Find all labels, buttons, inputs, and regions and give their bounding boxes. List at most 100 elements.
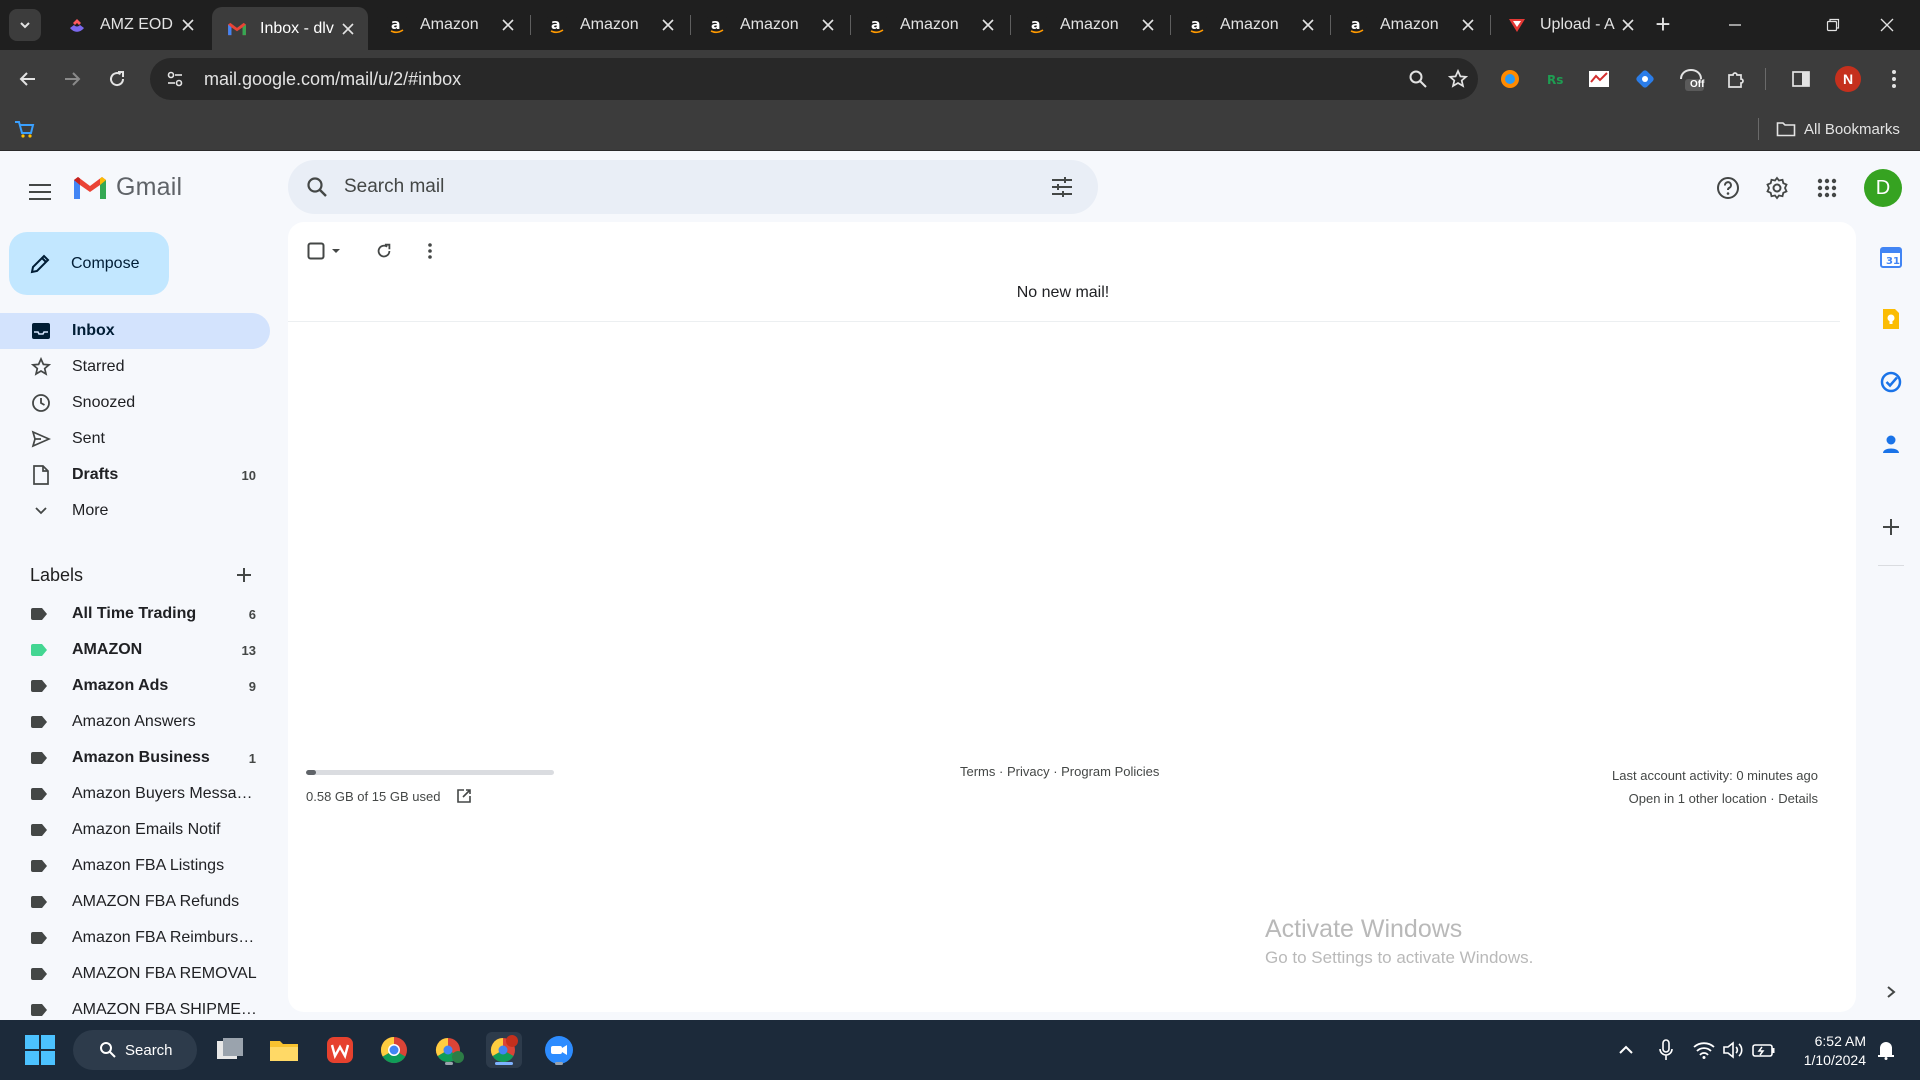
zoom-app-button[interactable] [541,1032,577,1068]
google-apps-button[interactable] [1807,168,1847,208]
browser-tab[interactable]: Inbox - dlv [212,7,368,50]
privacy-link[interactable]: Privacy [1007,764,1050,779]
extensions-button[interactable] [1722,65,1750,93]
sidebar-item-drafts[interactable]: Drafts 10 [0,457,270,493]
chrome-profile-button[interactable] [431,1032,467,1068]
browser-tab[interactable]: a Amazon [1012,7,1168,43]
browser-tab[interactable]: a Amazon [692,7,848,43]
tab-search-button[interactable] [9,9,41,41]
url-text[interactable]: mail.google.com/mail/u/2/#inbox [204,69,1398,90]
browser-tab[interactable]: a Amazon [1172,7,1328,43]
browser-tab[interactable]: a Amazon [1332,7,1488,43]
chrome-button[interactable] [376,1032,412,1068]
address-bar[interactable]: mail.google.com/mail/u/2/#inbox [150,58,1478,100]
settings-button[interactable] [1757,168,1797,208]
tasks-app-button[interactable] [1876,367,1906,397]
sidebar-item-starred[interactable]: Starred [0,349,270,385]
show-hidden-icons-button[interactable] [1614,1038,1638,1062]
new-tab-button[interactable]: + [1648,10,1678,40]
back-button[interactable] [12,63,44,95]
tab-close-button[interactable] [338,19,358,39]
sidebar-item-snoozed[interactable]: Snoozed [0,385,270,421]
extension-rs[interactable]: Rs [1541,65,1569,93]
sidebar-item-sent[interactable]: Sent [0,421,270,457]
manage-storage-link[interactable] [456,788,472,804]
sidebar-item-more[interactable]: More [0,493,270,529]
task-view-button[interactable] [212,1032,248,1068]
reload-button[interactable] [101,63,133,95]
browser-tab[interactable]: a Amazon [532,7,688,43]
browser-tab[interactable]: a Amazon [852,7,1008,43]
more-actions-button[interactable] [412,233,448,269]
tab-close-button[interactable] [818,15,838,35]
browser-menu-button[interactable] [1880,65,1908,93]
calendar-app-button[interactable]: 31 [1876,242,1906,272]
browser-profile-avatar[interactable]: N [1835,66,1861,92]
taskbar-search[interactable]: Search [73,1030,197,1070]
forward-button[interactable] [56,63,88,95]
support-button[interactable] [1708,168,1748,208]
extension-off[interactable]: Off [1677,65,1705,93]
terms-link[interactable]: Terms [960,764,995,779]
minimize-button[interactable] [1712,8,1758,42]
network-button[interactable] [1692,1038,1716,1062]
select-all-checkbox[interactable] [302,233,346,269]
label-item[interactable]: Amazon FBA Reimburse... [0,920,270,956]
create-label-button[interactable] [230,561,258,589]
site-info-button[interactable] [154,58,196,100]
account-avatar[interactable]: D [1864,169,1902,207]
volume-button[interactable] [1722,1038,1746,1062]
file-explorer-button[interactable] [266,1032,302,1068]
contacts-app-button[interactable] [1876,429,1906,459]
close-window-button[interactable] [1864,8,1910,42]
tab-close-button[interactable] [178,15,198,35]
browser-tab[interactable]: a Amazon [372,7,528,43]
show-side-panel-button[interactable] [1876,977,1906,1007]
microphone-button[interactable] [1654,1038,1678,1062]
keep-app-button[interactable] [1876,304,1906,334]
start-button[interactable] [24,1034,56,1071]
label-item[interactable]: All Time Trading 6 [0,596,270,632]
bookmark-star-button[interactable] [1438,58,1478,100]
system-clock[interactable]: 6:52 AM 1/10/2024 [1794,1032,1866,1070]
main-menu-button[interactable] [18,170,62,214]
label-item[interactable]: Amazon FBA Listings [0,848,270,884]
browser-tab[interactable]: Upload - A [1492,7,1648,43]
tab-close-button[interactable] [978,15,998,35]
search-options-button[interactable] [1036,161,1088,213]
gmail-logo[interactable]: Gmail [72,173,182,202]
label-item[interactable]: AMAZON FBA Refunds [0,884,270,920]
label-item[interactable]: Amazon Buyers Messag... [0,776,270,812]
program-policies-link[interactable]: Program Policies [1061,764,1159,779]
label-item[interactable]: Amazon Ads 9 [0,668,270,704]
browser-tab[interactable]: AMZ EOD R [52,7,208,43]
all-bookmarks-button[interactable]: All Bookmarks [1776,116,1900,142]
battery-button[interactable] [1752,1038,1776,1062]
search-button[interactable] [290,176,344,198]
tab-close-button[interactable] [1618,15,1638,35]
wps-office-button[interactable] [322,1032,358,1068]
search-input[interactable] [344,176,1036,198]
refresh-button[interactable] [366,233,402,269]
tab-close-button[interactable] [1458,15,1478,35]
sidebar-item-inbox[interactable]: Inbox [0,313,270,349]
side-panel-button[interactable] [1787,65,1815,93]
label-item[interactable]: Amazon Business 1 [0,740,270,776]
tab-close-button[interactable] [498,15,518,35]
bookmark-app[interactable] [13,118,35,145]
tab-close-button[interactable] [1138,15,1158,35]
label-item[interactable]: Amazon Answers [0,704,270,740]
label-item[interactable]: AMAZON 13 [0,632,270,668]
notifications-button[interactable] [1874,1038,1898,1062]
extension-blue-puzzle[interactable] [1631,65,1659,93]
restore-button[interactable] [1810,8,1856,42]
extension-firefox-like[interactable] [1496,65,1524,93]
zoom-button[interactable] [1398,58,1438,100]
search-bar[interactable] [288,160,1098,214]
chrome-active-window-button[interactable] [486,1032,522,1068]
extension-seller[interactable] [1585,65,1613,93]
tab-close-button[interactable] [658,15,678,35]
compose-button[interactable]: Compose [9,232,169,295]
label-item[interactable]: AMAZON FBA REMOVAL [0,956,270,992]
get-addons-button[interactable] [1876,512,1906,542]
